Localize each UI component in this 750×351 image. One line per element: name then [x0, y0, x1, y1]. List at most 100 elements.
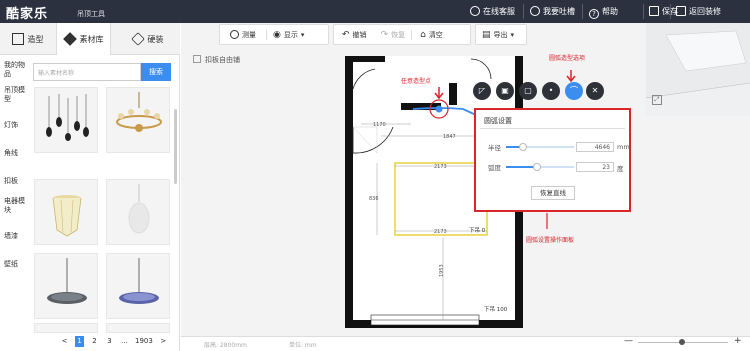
app-logo: 酷家乐: [6, 7, 49, 22]
question-icon: ?: [589, 9, 599, 19]
category-corner-lines[interactable]: 角线: [4, 149, 26, 158]
tab-material-library[interactable]: 素材库: [56, 23, 111, 55]
display-dropdown[interactable]: ◉ 显示 ▾: [266, 29, 310, 40]
angle-slider-handle[interactable]: [532, 163, 541, 171]
category-list: 我的物品 吊顶模型 灯饰 角线 扣板 电器模块 墙漆 壁纸: [0, 55, 28, 351]
measure-button[interactable]: 测量: [220, 30, 266, 40]
3d-preview[interactable]: ⤢: [645, 23, 750, 116]
category-panels[interactable]: 扣板: [4, 177, 26, 186]
category-lights[interactable]: 灯饰: [4, 121, 26, 130]
page-button[interactable]: 2: [90, 336, 99, 347]
material-thumbnail[interactable]: [106, 253, 170, 319]
frame-icon: [11, 33, 24, 45]
save-button[interactable]: 保存: [649, 6, 678, 17]
free-panel-checkbox[interactable]: 扣板自由铺: [193, 55, 240, 65]
dimension-label: 1170: [373, 122, 386, 128]
divider: [670, 4, 671, 19]
divider: [480, 128, 625, 129]
radius-unit: mm: [617, 143, 630, 151]
save-icon: [649, 6, 659, 16]
corner-shape-button[interactable]: ◸: [473, 82, 491, 100]
trash-icon: ✕: [591, 86, 599, 95]
tab-label: 硬装: [147, 34, 164, 44]
chevron-down-icon: ▾: [510, 30, 515, 39]
help-label: 帮助: [602, 7, 618, 16]
material-thumbnail[interactable]: [106, 87, 170, 153]
tab-label: 素材库: [79, 34, 104, 44]
tag-icon: [130, 32, 145, 46]
redo-button[interactable]: ↷ 恢复: [375, 30, 412, 40]
back-label: 返回装修: [689, 7, 721, 16]
delete-button[interactable]: ✕: [586, 82, 604, 100]
edit-toolbar: ↶ 撤销 ↷ 恢复 ⌂ 清空: [333, 24, 471, 45]
radius-slider-handle[interactable]: [519, 143, 527, 151]
category-ceiling-models[interactable]: 吊顶模型: [4, 86, 26, 104]
angle-input[interactable]: 23: [576, 162, 614, 172]
category-wallpaper[interactable]: 壁纸: [4, 260, 26, 269]
zoom-out-button[interactable]: —: [624, 336, 633, 346]
tab-label: 造型: [27, 34, 44, 44]
material-thumbnail[interactable]: [34, 323, 98, 333]
zoom-in-button[interactable]: +: [734, 336, 742, 346]
page-button[interactable]: 3: [105, 336, 114, 347]
headset-icon: [470, 6, 480, 16]
help-button[interactable]: ? 帮助: [589, 6, 618, 19]
next-page-button[interactable]: >: [159, 336, 168, 347]
prev-page-button[interactable]: <: [60, 336, 69, 347]
tab-hard-decor[interactable]: 硬装: [120, 23, 175, 55]
angle-slider[interactable]: [506, 163, 574, 171]
glass-disc-pendant-image: [47, 258, 87, 304]
radius-input[interactable]: 4646: [576, 142, 614, 152]
divider: [643, 4, 644, 19]
divider: [582, 4, 583, 19]
box-icon: ▢: [524, 86, 532, 95]
material-thumbnail[interactable]: [34, 87, 98, 153]
zoom-handle[interactable]: [679, 339, 685, 345]
tab-shape[interactable]: 造型: [0, 23, 55, 55]
back-button[interactable]: 返回装修: [676, 6, 721, 17]
feedback-button[interactable]: 我要吐槽: [530, 6, 575, 17]
chandelier-gold-image: [116, 92, 162, 132]
chevron-down-icon: ▾: [300, 30, 305, 39]
pagination: < 1 2 3 ... 1903 >: [60, 336, 168, 347]
material-thumbnail[interactable]: [106, 179, 170, 245]
split-point-button[interactable]: •: [542, 82, 560, 100]
checkbox-box[interactable]: [193, 55, 201, 63]
map-icon: ▤: [482, 29, 491, 40]
angle-unit: 度: [617, 165, 624, 173]
floor-height-text: 层高: 2800mm: [204, 342, 247, 349]
fullscreen-icon[interactable]: ⤢: [652, 95, 662, 105]
sidebar-scrollbar[interactable]: [174, 109, 177, 184]
view-toolbar: 测量 ◉ 显示 ▾: [219, 24, 329, 45]
arc-shape-button[interactable]: ⌒: [565, 82, 583, 100]
clear-label: 清空: [428, 30, 443, 39]
material-thumbnail[interactable]: [34, 253, 98, 319]
category-my-items[interactable]: 我的物品: [4, 61, 26, 79]
search-input[interactable]: 输入素材名称: [33, 63, 141, 81]
page-button[interactable]: 1903: [135, 336, 153, 347]
online-service-button[interactable]: 在线客服: [470, 6, 515, 17]
dimension-label: 836: [369, 196, 379, 202]
box-shape-button[interactable]: ▢: [519, 82, 537, 100]
exit-icon: [676, 6, 686, 16]
search-button[interactable]: 搜索: [141, 63, 171, 81]
measure-icon: [230, 30, 239, 39]
restore-straight-button[interactable]: 恢复直线: [531, 186, 575, 200]
clear-button[interactable]: ⌂ 清空: [411, 29, 451, 40]
app-subtitle: 吊顶工具: [77, 10, 105, 18]
frame-shape-button[interactable]: ▣: [496, 82, 514, 100]
export-toolbar: ▤ 导出 ▾: [475, 24, 527, 45]
category-appliances[interactable]: 电器模块: [4, 197, 26, 215]
frame-icon: ▣: [501, 86, 509, 95]
undo-button[interactable]: ↶ 撤销: [334, 30, 375, 40]
category-wall-paint[interactable]: 墙漆: [4, 232, 26, 241]
material-thumbnail[interactable]: [106, 323, 170, 333]
material-thumbnail[interactable]: [34, 179, 98, 245]
measure-label: 测量: [242, 30, 256, 39]
radius-slider[interactable]: [506, 143, 574, 151]
angle-label: 弧度: [488, 164, 501, 172]
sidebar: 造型 素材库 硬装 我的物品 吊顶模型 灯饰 角线 扣板 电器模块 墙漆 壁纸 …: [0, 23, 180, 351]
annotation-arc-panel: 圆弧设置操作面板: [526, 237, 575, 244]
page-button[interactable]: 1: [75, 336, 84, 347]
export-dropdown[interactable]: ▤ 导出 ▾: [476, 30, 520, 40]
